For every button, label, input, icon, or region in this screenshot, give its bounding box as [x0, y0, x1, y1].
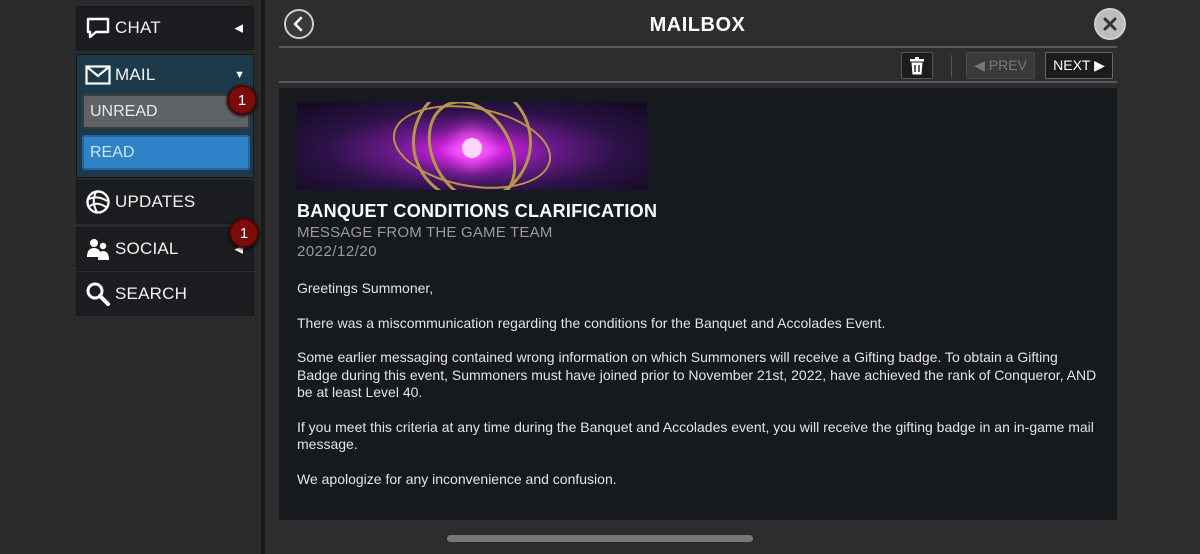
message-paragraph: Greetings Summoner, [297, 280, 434, 296]
sidebar-item-search[interactable]: SEARCH [76, 272, 254, 316]
chevron-left-icon: ◀ [234, 22, 243, 35]
message-paragraph: We apologize for any inconvenience and c… [297, 470, 617, 487]
sidebar-item-mail[interactable]: MAIL ▼ [77, 55, 255, 95]
chat-bubble-icon [83, 13, 113, 43]
message-content[interactable]: BANQUET CONDITIONS CLARIFICATION MESSAGE… [279, 88, 1117, 520]
sidebar-item-chat[interactable]: CHAT ◀ [76, 6, 254, 50]
home-indicator[interactable] [447, 535, 753, 542]
delete-button[interactable] [901, 52, 933, 79]
read-button[interactable]: READ [82, 135, 250, 170]
sidebar-item-social[interactable]: SOCIAL ◀ [76, 227, 254, 271]
prev-button[interactable]: ◀ PREV [966, 52, 1035, 79]
social-count-badge: 1 [229, 218, 259, 248]
message-paragraph: If you meet this criteria at any time du… [297, 418, 1094, 453]
sidebar-item-label: SEARCH [115, 284, 188, 303]
sidebar-item-label: SOCIAL [115, 239, 179, 258]
message-title: BANQUET CONDITIONS CLARIFICATION [297, 201, 658, 221]
message-body: Greetings Summoner, There was a miscommu… [297, 280, 1099, 488]
mailbox-panel: MAILBOX ◀ PREV NEXT ▶ BANQUET CONDITIONS… [265, 0, 1200, 554]
header-rule [279, 46, 1117, 48]
sidebar-item-updates[interactable]: UPDATES [76, 180, 254, 224]
message-paragraph: Some earlier messaging contained wrong i… [297, 349, 1097, 400]
message-paragraph: There was a miscommunication regarding t… [297, 314, 886, 331]
next-button[interactable]: NEXT ▶ [1045, 52, 1113, 79]
sidebar-item-label: MAIL [115, 65, 156, 84]
unread-button[interactable]: UNREAD [82, 94, 250, 129]
unread-count-badge: 1 [227, 85, 257, 115]
close-icon [1103, 17, 1117, 31]
search-icon [83, 279, 113, 309]
sidebar-item-label: CHAT [115, 18, 161, 37]
message-date: 2022/12/20 [297, 243, 378, 260]
globe-icon [83, 187, 113, 217]
trash-icon [910, 56, 924, 74]
people-icon [83, 234, 113, 264]
close-button[interactable] [1094, 8, 1126, 40]
page-title: MAILBOX [649, 14, 746, 36]
message-sender: MESSAGE FROM THE GAME TEAM [297, 224, 553, 241]
mail-group: MAIL ▼ UNREAD READ [76, 54, 254, 178]
chevron-down-icon: ▼ [234, 69, 245, 81]
sidebar: CHAT ◀ MAIL ▼ UNREAD READ UPDATES SOCIAL… [76, 0, 254, 554]
toolbar-rule [279, 81, 1117, 83]
message-banner-image [297, 102, 647, 190]
toolbar-separator [951, 55, 952, 77]
sidebar-item-label: UPDATES [115, 192, 196, 211]
envelope-icon [83, 60, 113, 90]
left-gutter [0, 0, 76, 554]
